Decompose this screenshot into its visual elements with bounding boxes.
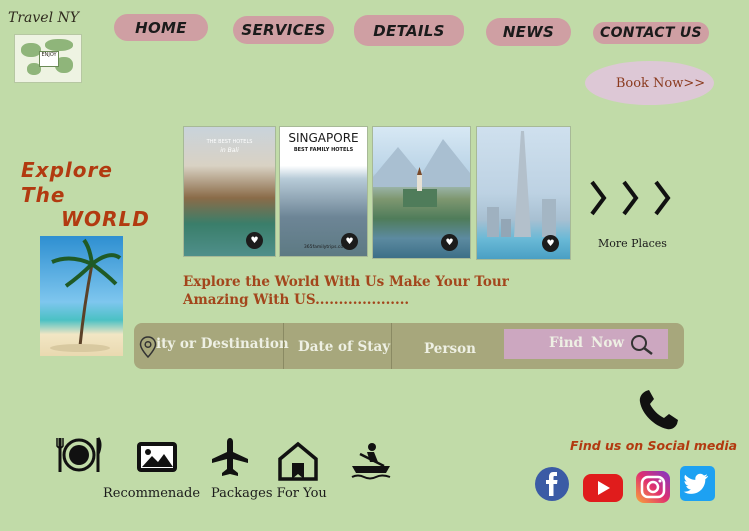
- restaurant-icon[interactable]: [56, 436, 102, 474]
- more-places-link[interactable]: More Places: [598, 237, 667, 250]
- house-icon[interactable]: [277, 441, 319, 481]
- packages-label[interactable]: Packages For You: [211, 486, 327, 501]
- card-subcaption: in Bali: [220, 147, 239, 154]
- nav-news-button[interactable]: NEWS: [486, 18, 571, 46]
- favorite-heart-icon[interactable]: ♥: [542, 235, 559, 252]
- place-card-singapore[interactable]: SINGAPORE BEST FAMILY HOTELS 365familytr…: [279, 126, 368, 257]
- search-icon: [631, 335, 653, 355]
- card-subcaption: BEST FAMILY HOTELS: [293, 147, 354, 153]
- search-divider: [391, 323, 392, 369]
- instagram-icon[interactable]: [635, 470, 671, 504]
- destination-input[interactable]: ity or Destination: [156, 336, 289, 352]
- nav-services-button[interactable]: SERVICES: [233, 16, 334, 44]
- airplane-icon[interactable]: [210, 437, 250, 477]
- location-pin-icon: [139, 336, 157, 358]
- place-card-bali[interactable]: THE BEST HOTELS in Bali ♥: [183, 126, 276, 257]
- twitter-icon[interactable]: [680, 466, 715, 501]
- recommend-label[interactable]: Recommenade: [103, 486, 200, 501]
- image-icon[interactable]: [136, 441, 178, 473]
- nav-contact-button[interactable]: CONTACT US: [593, 22, 709, 44]
- hero-explore-word: Explore: [21, 158, 113, 182]
- phone-icon[interactable]: [636, 388, 682, 432]
- facebook-icon[interactable]: [534, 466, 570, 502]
- brand-logo-text[interactable]: Travel NY: [8, 10, 79, 26]
- more-places-chevrons[interactable]: [586, 174, 674, 226]
- logo-badge: ENJOY: [39, 51, 59, 67]
- palm-beach-image: [40, 236, 123, 356]
- card-caption: SINGAPORE: [288, 131, 359, 145]
- book-now-button[interactable]: Book Now>>: [585, 61, 714, 105]
- social-media-label: Find us on Social media: [570, 438, 738, 453]
- person-input[interactable]: Person: [424, 341, 476, 357]
- card-caption: THE BEST HOTELS: [206, 139, 253, 145]
- chevron-right-icon: [590, 180, 671, 216]
- now-label: Now: [591, 335, 624, 351]
- palm-tree-illustration: [50, 238, 122, 352]
- place-card-lake[interactable]: ♥: [372, 126, 471, 259]
- search-divider: [283, 323, 284, 369]
- brand-logo-image[interactable]: ENJOY: [14, 34, 82, 83]
- nav-home-button[interactable]: HOME: [114, 14, 208, 41]
- find-now-button[interactable]: Find Now: [504, 329, 668, 359]
- youtube-icon[interactable]: [582, 472, 624, 504]
- place-card-dubai[interactable]: ♥: [476, 126, 571, 260]
- nav-details-button[interactable]: DETAILS: [354, 15, 464, 46]
- find-label: Find: [549, 335, 583, 351]
- hero-tagline: Explore the World With Us Make Your Tour…: [183, 274, 509, 308]
- boat-icon[interactable]: [350, 442, 392, 480]
- hero-world-word: WORLD: [61, 207, 150, 231]
- hero-the-word: The: [21, 183, 66, 207]
- favorite-heart-icon[interactable]: ♥: [441, 234, 458, 251]
- search-bar: ity or Destination Date of Stay Person F…: [134, 323, 684, 369]
- date-of-stay-input[interactable]: Date of Stay: [298, 339, 390, 355]
- favorite-heart-icon[interactable]: ♥: [246, 232, 263, 249]
- favorite-heart-icon[interactable]: ♥: [341, 233, 358, 250]
